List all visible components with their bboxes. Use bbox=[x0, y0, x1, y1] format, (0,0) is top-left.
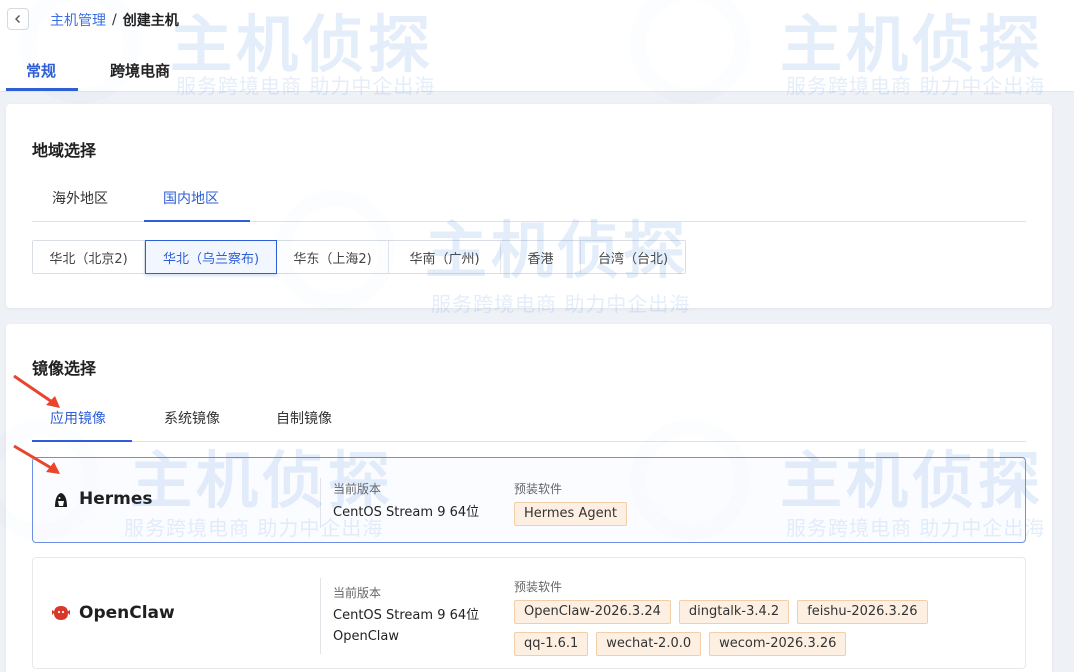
top-bar: 主机管理 / 创建主机 bbox=[0, 0, 1074, 46]
annotation-arrow-icon bbox=[13, 374, 60, 408]
region-option-hongkong[interactable]: 香港 bbox=[501, 241, 581, 273]
software-tag: wecom-2026.3.26 bbox=[709, 632, 847, 656]
breadcrumb-separator: / bbox=[112, 12, 117, 28]
breadcrumb-create-host: 创建主机 bbox=[122, 13, 179, 29]
hermes-logo-icon bbox=[55, 493, 67, 507]
software-tags: OpenClaw-2026.3.24 dingtalk-3.4.2 feishu… bbox=[514, 600, 994, 656]
software-tags: Hermes Agent bbox=[514, 502, 994, 526]
breadcrumb: 主机管理 / 创建主机 bbox=[50, 10, 179, 30]
region-tabs: 海外地区 国内地区 bbox=[32, 184, 1026, 222]
software-label: 预装软件 bbox=[514, 482, 563, 496]
region-option-beijing2[interactable]: 华北（北京2) bbox=[33, 241, 145, 273]
breadcrumb-host-management[interactable]: 主机管理 bbox=[50, 10, 106, 30]
software-tag: qq-1.6.1 bbox=[514, 632, 589, 656]
version-value: CentOS Stream 9 64位 bbox=[333, 505, 480, 520]
main-tabs: 常规 跨境电商 bbox=[0, 46, 1074, 92]
openclaw-logo-icon bbox=[52, 606, 70, 620]
back-button[interactable] bbox=[7, 8, 29, 30]
tab-custom-image[interactable]: 自制镜像 bbox=[276, 408, 332, 428]
region-card: 地域选择 海外地区 国内地区 华北（北京2) 华北（乌兰察布) 华东（上海2) … bbox=[6, 104, 1052, 308]
tab-overseas[interactable]: 海外地区 bbox=[52, 188, 108, 208]
image-card: 镜像选择 应用镜像 系统镜像 自制镜像 Hermes 当前版本 CentOS S… bbox=[6, 324, 1052, 672]
software-tag: OpenClaw-2026.3.24 bbox=[514, 600, 671, 624]
version-extra: OpenClaw bbox=[333, 629, 400, 644]
chevron-left-icon bbox=[15, 15, 20, 23]
row-divider bbox=[320, 578, 321, 654]
annotation-arrow-icon bbox=[13, 444, 60, 474]
version-label: 当前版本 bbox=[333, 586, 382, 600]
tab-cross-border-ecommerce[interactable]: 跨境电商 bbox=[110, 60, 170, 81]
tab-active-indicator bbox=[6, 88, 78, 91]
tab-regular[interactable]: 常规 bbox=[26, 60, 56, 81]
image-row-hermes[interactable]: Hermes 当前版本 CentOS Stream 9 64位 预装软件 Her… bbox=[32, 457, 1026, 543]
region-option-shanghai2[interactable]: 华东（上海2) bbox=[277, 241, 389, 273]
version-value: CentOS Stream 9 64位 bbox=[333, 608, 480, 623]
version-label: 当前版本 bbox=[333, 482, 382, 496]
software-label: 预装软件 bbox=[514, 580, 563, 594]
row-divider bbox=[320, 478, 321, 528]
image-row-openclaw[interactable]: OpenClaw 当前版本 CentOS Stream 9 64位 OpenCl… bbox=[32, 557, 1026, 669]
region-title: 地域选择 bbox=[32, 141, 97, 160]
software-tag: Hermes Agent bbox=[514, 502, 627, 526]
region-option-taipei[interactable]: 台湾（台北) bbox=[581, 241, 685, 273]
software-tag: dingtalk-3.4.2 bbox=[678, 600, 790, 624]
region-tab-indicator bbox=[144, 220, 250, 222]
tab-domestic[interactable]: 国内地区 bbox=[163, 188, 219, 208]
tab-system-image[interactable]: 系统镜像 bbox=[164, 408, 220, 428]
software-tag: wechat-2.0.0 bbox=[596, 632, 702, 656]
region-option-guangzhou[interactable]: 华南（广州) bbox=[389, 241, 501, 273]
region-options: 华北（北京2) 华北（乌兰察布) 华东（上海2) 华南（广州) 香港 台湾（台北… bbox=[32, 240, 686, 274]
software-tag: feishu-2026.3.26 bbox=[797, 600, 928, 624]
image-name-openclaw: OpenClaw bbox=[79, 603, 175, 623]
image-tabs: 应用镜像 系统镜像 自制镜像 bbox=[32, 404, 1026, 442]
region-option-ulanqab[interactable]: 华北（乌兰察布) bbox=[145, 240, 277, 274]
image-name-hermes: Hermes bbox=[79, 489, 153, 509]
